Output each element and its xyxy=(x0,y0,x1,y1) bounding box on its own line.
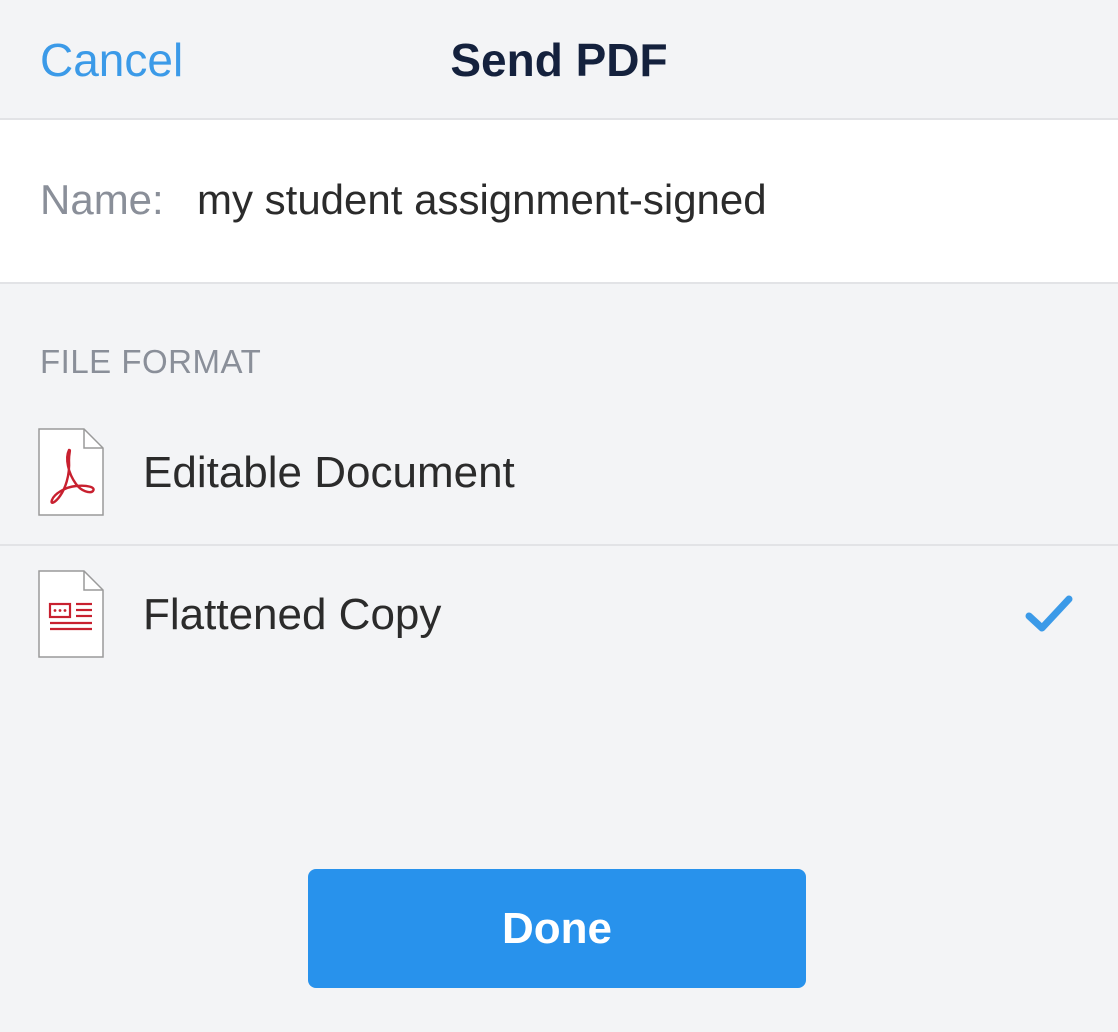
cancel-button[interactable]: Cancel xyxy=(40,30,183,90)
pdf-document-icon xyxy=(38,428,104,516)
name-label: Name: xyxy=(40,176,164,223)
file-format-header: FILE FORMAT xyxy=(40,343,262,380)
name-input[interactable] xyxy=(197,172,1077,228)
nav-bar: Send PDF Cancel xyxy=(0,0,1118,120)
done-button[interactable]: Done xyxy=(308,869,806,988)
send-pdf-screen: Send PDF Cancel Name: FILE FORMAT Editab… xyxy=(0,0,1118,1032)
name-field-row[interactable]: Name: xyxy=(0,120,1118,284)
option-label: Editable Document xyxy=(143,448,515,497)
option-label: Flattened Copy xyxy=(143,590,442,639)
option-flattened-copy[interactable]: Flattened Copy xyxy=(0,546,1118,686)
option-editable-document[interactable]: Editable Document xyxy=(0,404,1118,546)
checkmark-icon xyxy=(1025,595,1073,632)
flattened-document-icon xyxy=(38,570,104,658)
